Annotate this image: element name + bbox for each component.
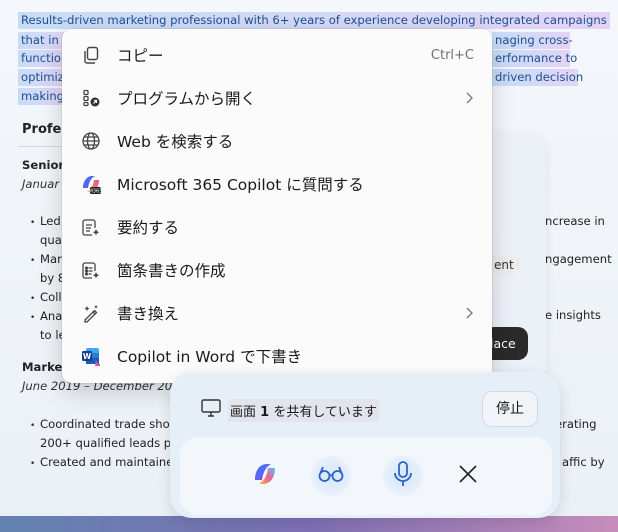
bullet-text: e insights <box>545 308 601 322</box>
bullet-dot: • <box>30 294 36 304</box>
job-title: Senior <box>22 158 65 172</box>
suggestion-chip[interactable]: ent <box>488 256 520 274</box>
svg-text:W: W <box>83 352 92 361</box>
bullet-text: Ana <box>40 309 63 323</box>
menu-item-shortcut: Ctrl+C <box>430 47 474 63</box>
open-with-icon <box>80 87 102 109</box>
highlighted-text-line[interactable]: driven decision <box>492 69 583 86</box>
bullet-text: erating <box>555 417 597 431</box>
menu-item-label: Web を検索する <box>117 133 234 151</box>
monitor-icon <box>200 398 222 422</box>
bullet-dot: • <box>30 459 36 469</box>
menu-item-rewrite[interactable]: 書き換え <box>62 292 492 334</box>
m365-copilot-icon: M365 <box>80 173 102 195</box>
close-icon <box>457 463 479 489</box>
sharing-status: 画面 1 を共有しています <box>200 398 379 422</box>
bullet-text: Coll <box>40 290 62 304</box>
menu-item-open-with[interactable]: プログラムから開く <box>62 77 492 119</box>
highlighted-text-line[interactable]: making <box>18 88 68 105</box>
close-button[interactable] <box>448 456 488 496</box>
menu-item-ask-copilot[interactable]: M365 Microsoft 365 Copilot に質問する <box>62 163 492 205</box>
bullet-text: Led <box>40 214 61 228</box>
job-dates: Januar <box>22 177 60 191</box>
bullet-text: affic by <box>562 455 605 469</box>
job-title: Market <box>22 360 68 374</box>
copilot-icon <box>251 460 279 492</box>
rewrite-icon <box>80 302 102 324</box>
bullet-text: qua <box>40 233 62 247</box>
bullet-text: ncrease in <box>545 214 605 228</box>
bullet-dot: • <box>30 313 36 323</box>
menu-item-draft-word[interactable]: W Copilot in Word で下書き <box>62 335 492 377</box>
globe-icon <box>80 130 102 152</box>
bullet-dot: • <box>30 256 36 266</box>
bullet-dot: • <box>30 218 36 228</box>
menu-item-label: 書き換え <box>117 305 180 323</box>
context-menu: コピー Ctrl+C プログラムから開く Web を検索する M365 Micr… <box>62 29 492 383</box>
menu-item-label: Copilot in Word で下書き <box>117 348 303 366</box>
menu-item-summarize[interactable]: 要約する <box>62 206 492 248</box>
highlighted-text-line[interactable]: Results-driven marketing professional wi… <box>18 12 610 29</box>
bullet-text: 200+ qualified leads pe <box>40 436 179 450</box>
menu-item-label: プログラムから開く <box>117 90 257 108</box>
microphone-icon <box>392 460 414 492</box>
menu-item-label: Microsoft 365 Copilot に質問する <box>117 176 364 194</box>
copilot-button[interactable] <box>245 456 285 496</box>
chevron-right-icon <box>466 92 473 104</box>
highlighted-text-line[interactable]: erformance to <box>492 50 577 67</box>
bullet-text: ngagement <box>545 252 612 266</box>
menu-item-copy[interactable]: コピー Ctrl+C <box>62 34 492 76</box>
bullet-dot: • <box>30 421 36 431</box>
bullet-text: Created and maintained <box>40 455 181 469</box>
highlighted-text-line[interactable]: functio <box>18 50 68 67</box>
vision-button[interactable] <box>311 456 351 496</box>
microphone-button[interactable] <box>383 456 423 496</box>
glasses-icon <box>317 464 345 488</box>
taskbar <box>0 516 618 532</box>
bullet-text: Mar <box>40 252 62 266</box>
menu-item-label: 要約する <box>117 219 180 237</box>
bullet-text: Coordinated trade show <box>40 417 180 431</box>
summarize-icon <box>80 216 102 238</box>
word-icon: W <box>80 345 102 367</box>
highlighted-text-line[interactable]: optimiz <box>18 69 68 86</box>
menu-item-search-web[interactable]: Web を検索する <box>62 120 492 162</box>
chevron-right-icon <box>466 307 473 319</box>
highlighted-text-line[interactable]: naging cross- <box>492 32 573 49</box>
stop-sharing-button[interactable]: 停止 <box>482 391 538 427</box>
highlighted-text-line[interactable]: that in <box>18 32 68 49</box>
menu-item-bullet-list[interactable]: 箇条書きの作成 <box>62 249 492 291</box>
sharing-label: 画面 1 を共有しています <box>228 398 379 422</box>
menu-item-label: 箇条書きの作成 <box>117 262 226 280</box>
copy-icon <box>80 44 102 66</box>
svg-text:M365: M365 <box>89 189 102 195</box>
control-tray <box>180 437 552 515</box>
menu-item-label: コピー <box>117 47 164 65</box>
bullet-list-icon <box>80 259 102 281</box>
